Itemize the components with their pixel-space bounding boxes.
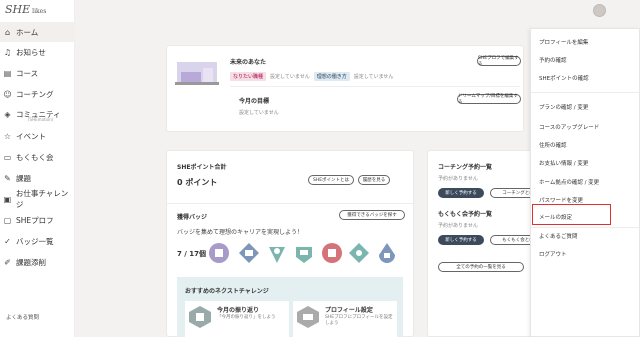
tag-workstyle-value: 設定していません — [353, 74, 394, 80]
sidebar-item-label: 課題添削 — [16, 257, 46, 267]
challenge2-desc: SHEプロフにプロフィールを設定しよう — [325, 315, 393, 326]
points-history-button[interactable]: 履歴を見る — [358, 175, 390, 185]
sidebar-item-home[interactable]: ⌂ ホーム — [0, 22, 75, 42]
laptop-icon: ▭ — [3, 152, 12, 162]
sidebar-item-task[interactable]: ✎ 課題 — [0, 168, 75, 188]
logo[interactable]: SHE likes — [5, 3, 46, 16]
account-dropdown-menu: プロフィールを編集 予約の確認 SHEポイントの確認 プランの確認 / 変更 コ… — [530, 28, 640, 337]
challenge1-title: 今月の振り返り — [217, 307, 260, 314]
badge-6-icon — [349, 243, 369, 263]
goal-value: 設定していません — [239, 110, 279, 116]
challenge-card-reflection[interactable]: 今月の振り返り 「今月の振り返り」をしよう — [185, 301, 289, 337]
mokumoku-new-button[interactable]: 新しく予約する — [438, 235, 484, 245]
badges-title: 獲得バッジ — [177, 214, 208, 221]
sidebar-item-mokumoku[interactable]: ▭ もくもく会 — [0, 147, 75, 167]
sidebar-item-label: コーチング — [16, 89, 54, 99]
menu-item-logout[interactable]: ログアウト — [539, 250, 567, 258]
menu-item-course-upgrade[interactable]: コースのアップグレード — [539, 123, 599, 131]
home-icon: ⌂ — [4, 27, 11, 37]
sidebar-item-label: コース — [16, 68, 39, 78]
next-challenge-section: おすすめのネクストチャレンジ 今月の振り返り 「今月の振り返り」をしよう プロフ… — [177, 277, 403, 337]
find-badges-button[interactable]: 獲得できるバッジを探す — [339, 210, 405, 220]
profile-illustration — [175, 58, 219, 92]
course-icon: ▤ — [3, 68, 12, 78]
briefcase-icon: ▣ — [3, 194, 12, 204]
sidebar-item-sublabel: (SHEmation) — [28, 117, 54, 122]
sidebar-item-event[interactable]: ☆ イベント — [0, 126, 75, 146]
menu-item-points[interactable]: SHEポイントの確認 — [539, 74, 589, 82]
sidebar-item-label: お仕事チャレンジ — [15, 189, 69, 209]
coaching-empty: 予約がありません — [438, 176, 478, 182]
badge-3-icon — [269, 247, 285, 263]
sidebar-item-news[interactable]: ♫ お知らせ — [0, 42, 75, 62]
badges-description: バッジを集めて理想のキャリアを実現しよう！ — [177, 229, 304, 236]
menu-item-reservations[interactable]: 予約の確認 — [539, 56, 567, 64]
avatar[interactable] — [593, 4, 606, 17]
sidebar-item-community[interactable]: ◈ コミュニティ (SHEmation) — [0, 104, 75, 124]
sidebar-item-badges[interactable]: ✓ バッジ一覧 — [0, 231, 75, 251]
sidebar-item-label: もくもく会 — [16, 152, 54, 162]
reflection-icon — [189, 306, 211, 328]
sidebar-item-label: イベント — [16, 131, 46, 141]
tag-job: なりたい職種 — [230, 72, 267, 81]
sidebar-item-review[interactable]: ✐ 課題添削 — [0, 252, 75, 272]
all-reservations-button[interactable]: 全ての予約の一覧を見る — [438, 262, 524, 272]
edit-she-prof-button[interactable]: SHEプロフで編集する — [477, 56, 521, 67]
sidebar-item-work-challenge[interactable]: ▣ お仕事チャレンジ — [0, 189, 75, 209]
future-title: 未来のあなた — [230, 59, 267, 66]
sidebar: SHE likes ⌂ ホーム ♫ お知らせ ▤ コース ☺ コーチング ◈ コミ… — [0, 0, 75, 337]
star-icon: ☆ — [3, 131, 12, 141]
future-profile-card: 未来のあなた SHEプロフで編集する なりたい職種 設定していません 理想の働き… — [166, 45, 524, 132]
profile-setup-icon — [297, 306, 319, 328]
sidebar-item-label: ホーム — [16, 27, 39, 37]
menu-item-password[interactable]: パスワードを変更 — [539, 196, 583, 204]
coaching-icon: ☺ — [3, 89, 12, 99]
menu-item-faq[interactable]: よくあるご質問 — [539, 232, 578, 240]
sidebar-item-course[interactable]: ▤ コース — [0, 63, 75, 83]
sidebar-item-label: SHEプロフ — [16, 215, 54, 225]
menu-item-home-base[interactable]: ホーム拠点の確認 / 変更 — [539, 178, 599, 186]
coaching-title: コーチング予約一覧 — [438, 164, 493, 171]
menu-item-edit-profile[interactable]: プロフィールを編集 — [539, 38, 588, 46]
sidebar-item-label: バッジ一覧 — [16, 236, 54, 246]
badge-4-icon — [296, 247, 312, 263]
mail-settings-highlight — [532, 204, 611, 225]
mokumoku-empty: 予約がありません — [438, 223, 478, 229]
edit-roadmap-button[interactable]: ドリームマップ/目標を編集する — [457, 94, 521, 105]
about-points-button[interactable]: SHEポイントとは — [308, 175, 354, 185]
badge-7-icon — [379, 243, 395, 263]
coaching-new-button[interactable]: 新しく予約する — [438, 188, 484, 198]
sidebar-item-coaching[interactable]: ☺ コーチング — [0, 84, 75, 104]
edit-icon: ✐ — [4, 257, 11, 267]
next-challenge-title: おすすめのネクストチャレンジ — [185, 288, 269, 295]
badges-count: 7 / 17個 — [177, 250, 207, 258]
badge-1-icon — [209, 243, 229, 263]
challenge-card-profile[interactable]: プロフィール設定 SHEプロフにプロフィールを設定しよう — [293, 301, 397, 337]
challenge1-desc: 「今月の振り返り」をしよう — [217, 315, 276, 320]
goal-title: 今月の目標 — [239, 98, 270, 105]
badge-2-icon — [239, 243, 259, 263]
badge-check-icon: ✓ — [4, 236, 11, 246]
profile-icon: ▢ — [3, 215, 12, 225]
community-icon: ◈ — [4, 109, 11, 119]
faq-link[interactable]: よくある質問 — [6, 313, 39, 321]
sidebar-item-label: 課題 — [16, 173, 31, 183]
menu-item-payment[interactable]: お支払い情報 / 変更 — [539, 159, 588, 167]
badge-5-icon — [322, 243, 342, 263]
sidebar-item-label: お知らせ — [16, 47, 46, 57]
tag-job-value: 設定していません — [270, 74, 310, 80]
points-card: SHEポイント合計 0 ポイント SHEポイントとは 履歴を見る 獲得バッジ 獲… — [166, 150, 415, 337]
points-value: 0 ポイント — [177, 178, 218, 187]
tag-workstyle: 理想の働き方 — [313, 72, 350, 81]
sidebar-item-she-prof[interactable]: ▢ SHEプロフ — [0, 210, 75, 230]
menu-item-address[interactable]: 住所の確認 — [539, 141, 567, 149]
bell-icon: ♫ — [3, 47, 12, 57]
challenge2-title: プロフィール設定 — [325, 307, 373, 314]
mokumoku-title: もくもく会予約一覧 — [438, 211, 493, 218]
pencil-icon: ✎ — [4, 173, 11, 183]
menu-item-plan[interactable]: プランの確認 / 変更 — [539, 103, 588, 111]
points-title: SHEポイント合計 — [177, 164, 227, 171]
